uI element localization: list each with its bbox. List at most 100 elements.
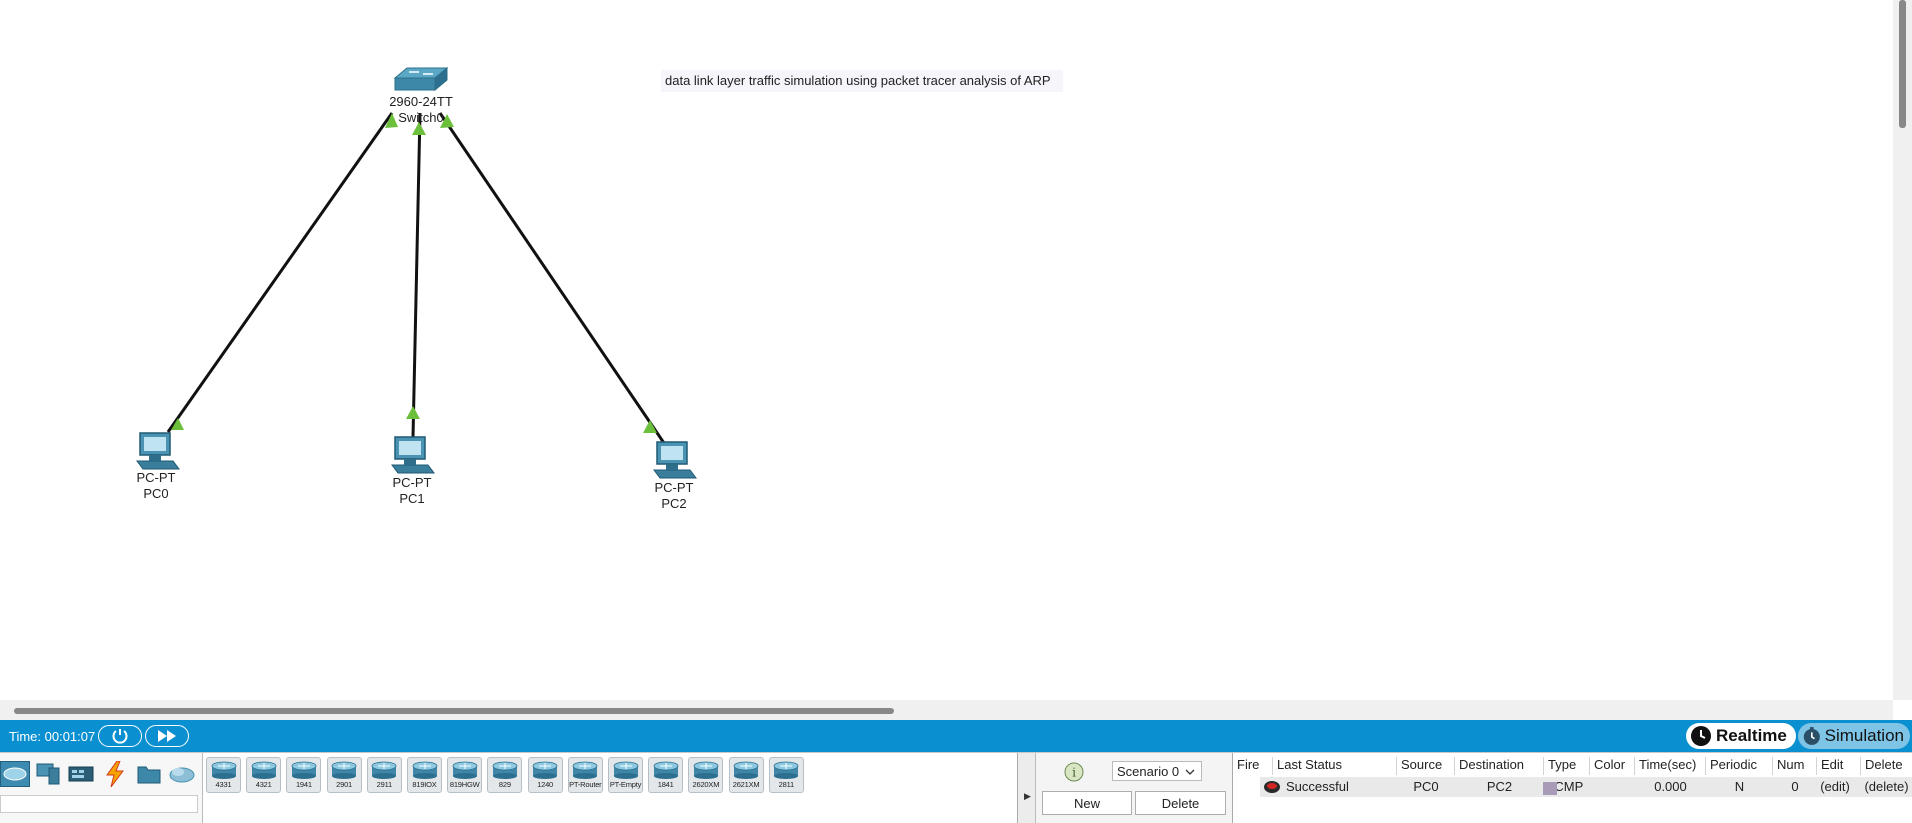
router-icon: [251, 761, 277, 779]
router-model-4331[interactable]: 4331: [206, 757, 241, 793]
router-model-4321[interactable]: 4321: [246, 757, 282, 793]
horizontal-scrollbar[interactable]: [0, 700, 1893, 720]
router-model-819iox[interactable]: 819IOX: [407, 757, 442, 793]
router-model-2901[interactable]: 2901: [326, 757, 362, 793]
router-model-1240[interactable]: 1240: [527, 757, 563, 793]
pc-icon[interactable]: [653, 441, 697, 479]
components-icon[interactable]: [66, 761, 96, 787]
router-model-2811[interactable]: 2811: [768, 757, 804, 793]
pdu-destination: PC2: [1486, 779, 1513, 794]
end-devices-icon[interactable]: [33, 761, 63, 787]
pdu-header-num: Num: [1773, 757, 1817, 775]
router-icon: [693, 761, 719, 779]
logical-workspace[interactable]: 2960-24TT Switch0 PC-PT PC0 PC-PT PC1 PC…: [0, 0, 1893, 700]
pdu-list-panel: Fire Last Status Source Destination Type…: [1233, 753, 1912, 823]
router-model-2911[interactable]: 2911: [366, 757, 402, 793]
pdu-color-swatch: [1543, 782, 1557, 795]
router-icon: [653, 761, 679, 779]
port-up-indicator: [643, 420, 657, 433]
router-model-829[interactable]: 829: [487, 757, 523, 793]
multiuser-icon[interactable]: [167, 761, 197, 787]
pdu-header-time: Time(sec): [1635, 757, 1706, 775]
time-display: Time: 00:01:07: [9, 729, 96, 744]
scenario-dropdown[interactable]: Scenario 0: [1112, 761, 1202, 781]
connections-icon[interactable]: [100, 761, 130, 787]
router-icon: [532, 761, 558, 779]
router-icon: [492, 761, 518, 779]
pc-icon[interactable]: [136, 432, 180, 470]
scroll-thumb[interactable]: [14, 708, 894, 714]
router-model-2620xm[interactable]: 2620XM: [688, 757, 724, 793]
miscellaneous-icon[interactable]: [134, 761, 164, 787]
router-models-panel: 4331 4321 1941 2901 2911 819IOX 819HGW 829 1240 P…: [203, 753, 1018, 823]
pdu-periodic: N: [1734, 779, 1745, 794]
vertical-scrollbar[interactable]: [1893, 0, 1912, 700]
power-cycle-button[interactable]: [98, 725, 142, 747]
router-model-pt-empty[interactable]: PT-Empty: [608, 757, 643, 793]
router-model-1941[interactable]: 1941: [286, 757, 322, 793]
pdu-header-edit: Edit: [1817, 757, 1861, 775]
pdu-time: 0.000: [1654, 779, 1687, 794]
router-model-819hgw[interactable]: 819HGW: [447, 757, 483, 793]
fast-forward-button[interactable]: [145, 725, 189, 747]
router-icon: [371, 761, 397, 779]
scroll-thumb[interactable]: [1899, 0, 1906, 128]
simulation-mode-button[interactable]: Simulation: [1798, 723, 1910, 749]
router-model-label: 2901: [336, 780, 353, 789]
info-icon[interactable]: i: [1064, 762, 1084, 782]
realtime-label: Realtime: [1716, 726, 1787, 745]
network-devices-icon[interactable]: [0, 761, 30, 787]
router-icon: [452, 761, 478, 779]
switch-icon[interactable]: [393, 66, 449, 92]
router-model-1841[interactable]: 1841: [648, 757, 684, 793]
new-scenario-button[interactable]: New: [1042, 791, 1132, 815]
clock-icon: [1691, 726, 1711, 746]
pc0-label: PC-PT PC0: [137, 470, 176, 502]
router-model-label: 2911: [376, 780, 393, 789]
link-switch0-pc1[interactable]: [406, 112, 426, 438]
time-bar: Time: 00:01:07 Realtime Simulation: [0, 720, 1912, 752]
device-name: PC2: [661, 496, 687, 511]
pc-icon[interactable]: [391, 436, 435, 474]
pdu-num: 0: [1791, 779, 1799, 794]
device-model: PC-PT: [392, 475, 432, 490]
pdu-header-delete: Delete: [1865, 757, 1903, 772]
pdu-header-color: Color: [1590, 757, 1635, 775]
device-model: PC-PT: [654, 480, 694, 495]
panel-splitter[interactable]: ▶: [1018, 753, 1036, 823]
pdu-delete-link[interactable]: (delete): [1861, 779, 1912, 794]
link-switch0-pc2[interactable]: [438, 112, 668, 447]
router-icon: [412, 761, 437, 779]
device-search-field[interactable]: [0, 795, 198, 813]
simulation-label: Simulation: [1824, 726, 1904, 745]
fire-pdu-icon[interactable]: [1263, 780, 1281, 794]
expand-arrow-icon: ▶: [1024, 791, 1031, 801]
router-model-label: 2620XM: [692, 780, 720, 789]
router-icon: [613, 761, 638, 779]
router-model-pt-router[interactable]: PT-Router: [567, 757, 603, 793]
pdu-source: PC0: [1413, 779, 1439, 794]
stopwatch-icon: [1803, 727, 1820, 745]
svg-text:i: i: [1072, 766, 1076, 780]
device-type-panel: [0, 753, 203, 823]
workspace-note[interactable]: data link layer traffic simulation using…: [661, 70, 1063, 92]
delete-scenario-button[interactable]: Delete: [1135, 791, 1226, 815]
router-model-label: PT-Empty: [609, 780, 642, 789]
router-model-label: 2811: [778, 780, 795, 789]
router-model-label: 819HGW: [449, 780, 480, 789]
device-name: PC0: [143, 486, 169, 501]
link-switch0-pc0[interactable]: [166, 112, 398, 433]
realtime-mode-button[interactable]: Realtime: [1686, 723, 1796, 749]
pdu-edit-link[interactable]: (edit): [1813, 779, 1857, 794]
fast-forward-icon: [158, 730, 176, 742]
device-name: PC1: [399, 491, 425, 506]
switch0-label: 2960-24TT Switch0: [389, 94, 453, 126]
device-model: PC-PT: [136, 470, 176, 485]
bottom-panel: 4331 4321 1941 2901 2911 819IOX 819HGW 829 1240 P…: [0, 752, 1912, 823]
router-model-label: 1941: [295, 780, 312, 789]
pdu-header-periodic: Periodic: [1706, 757, 1773, 775]
pdu-header-source: Source: [1397, 757, 1455, 775]
pdu-header-destination: Destination: [1455, 757, 1544, 775]
router-model-label: 819IOX: [412, 780, 437, 789]
router-model-2621xm[interactable]: 2621XM: [728, 757, 764, 793]
